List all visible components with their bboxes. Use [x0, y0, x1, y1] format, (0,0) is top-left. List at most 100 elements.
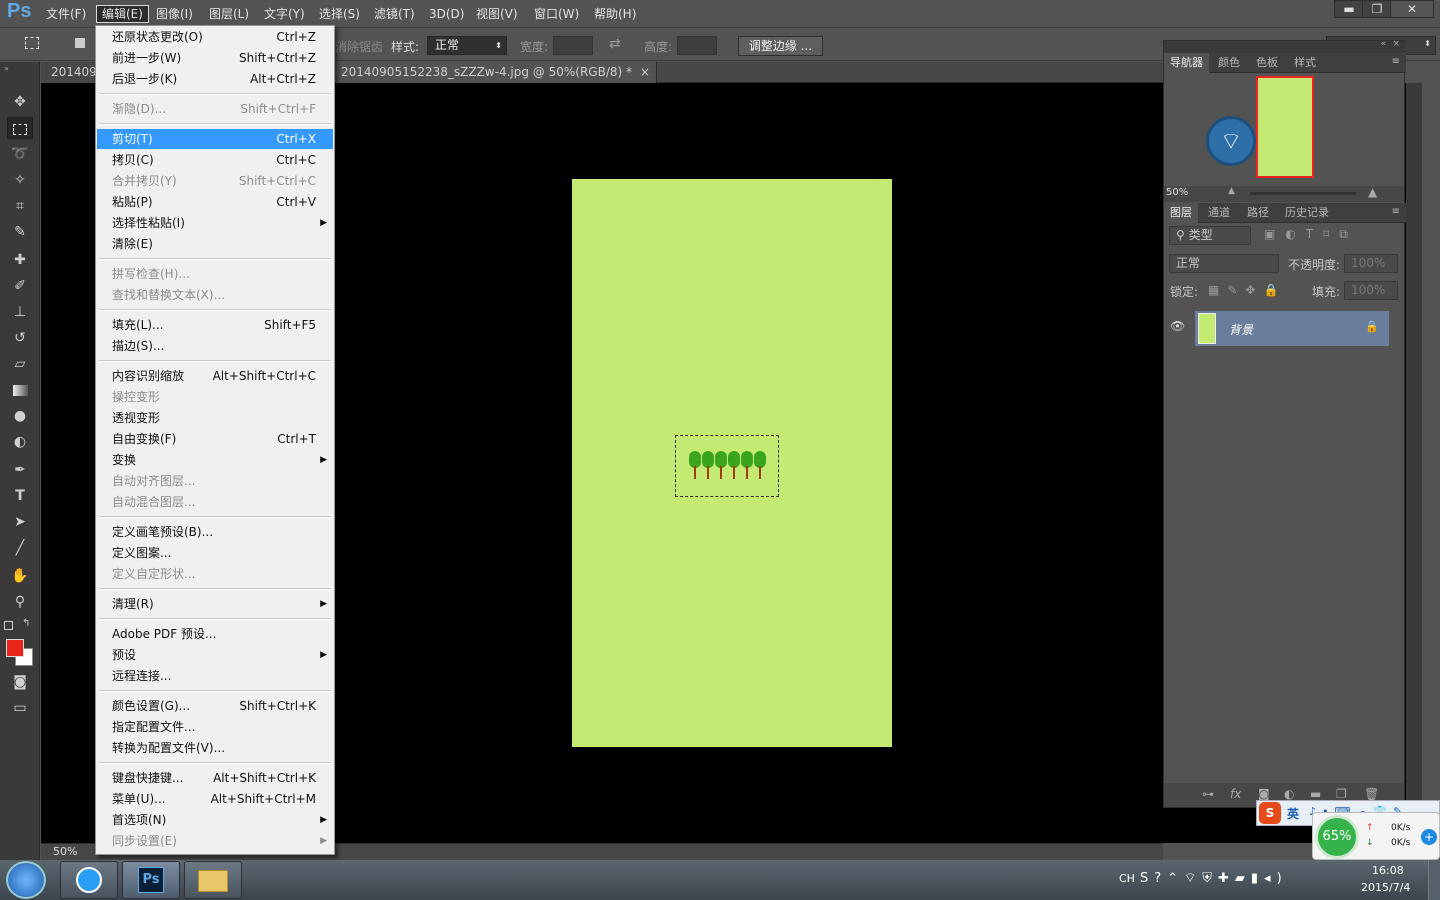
trash-icon[interactable]: 🗑: [1364, 787, 1379, 801]
type-tool-icon[interactable]: T: [7, 485, 33, 507]
menu-item[interactable]: 远程连接...: [97, 666, 333, 686]
close-icon[interactable]: ×: [1392, 39, 1400, 49]
crop-tool-icon[interactable]: ⌗: [7, 195, 33, 217]
swap-colors-icon[interactable]: ↰: [22, 618, 30, 629]
tab-channels[interactable]: 通道: [1202, 203, 1236, 223]
menu-item[interactable]: 还原状态更改(O) Ctrl+Z: [97, 27, 333, 47]
menu-item[interactable]: 内容识别缩放 Alt+Shift+Ctrl+C: [97, 366, 333, 386]
menu-item[interactable]: 描边(S)...: [97, 336, 333, 356]
swap-icon[interactable]: ⇄: [609, 36, 621, 52]
panel-menu-icon[interactable]: ≡: [1392, 56, 1400, 67]
height-input[interactable]: [677, 36, 717, 55]
brush-tool-icon[interactable]: ✐: [7, 275, 33, 297]
minimize-button[interactable]: ▬: [1334, 0, 1364, 18]
marquee-tool-icon[interactable]: [25, 37, 39, 49]
menu-item[interactable]: 指定配置文件...: [97, 717, 333, 737]
dodge-tool-icon[interactable]: ◐: [7, 431, 33, 453]
tab-layers[interactable]: 图层: [1164, 203, 1198, 223]
add-icon[interactable]: +: [1421, 829, 1437, 845]
healing-brush-tool-icon[interactable]: ✚: [7, 249, 33, 271]
tab-active-document[interactable]: 20140905152238_sZZZw-4.jpg @ 50%(RGB/8) …: [331, 62, 657, 83]
folder-icon[interactable]: ▬: [1310, 787, 1321, 801]
layer-name[interactable]: 背景: [1229, 321, 1253, 338]
style-select[interactable]: 正常 ⬍: [427, 36, 507, 55]
history-brush-tool-icon[interactable]: ↺: [7, 327, 33, 349]
close-icon[interactable]: ×: [640, 62, 650, 83]
menu-item[interactable]: 定义图案...: [97, 543, 333, 563]
stamp-tool-icon[interactable]: ⊥: [7, 301, 33, 323]
tab-swatches[interactable]: 色板: [1250, 53, 1284, 73]
new-layer-icon[interactable]: ❐: [1336, 787, 1347, 801]
collapse-icon[interactable]: »: [4, 64, 9, 73]
tab-color[interactable]: 颜色: [1212, 53, 1246, 73]
clock-date[interactable]: 2015/7/4: [1361, 881, 1410, 894]
menu-select[interactable]: 选择(S): [314, 5, 365, 23]
restore-button[interactable]: ❐: [1362, 0, 1392, 18]
menu-type[interactable]: 文字(Y): [259, 5, 310, 23]
show-desktop-button[interactable]: [1428, 860, 1440, 900]
pen-tool-icon[interactable]: ✒: [7, 459, 33, 481]
blur-tool-icon[interactable]: ●: [7, 405, 33, 427]
menu-item[interactable]: 菜单(U)... Alt+Shift+Ctrl+M: [97, 789, 333, 809]
menu-item[interactable]: 前进一步(W) Shift+Ctrl+Z: [97, 48, 333, 68]
panel-menu-icon[interactable]: ≡: [1392, 206, 1400, 217]
menu-item[interactable]: 选择性粘贴(I) ▶: [97, 213, 333, 233]
menu-item[interactable]: 自由变换(F) Ctrl+T: [97, 429, 333, 449]
quick-mask-icon[interactable]: ◙: [7, 671, 33, 693]
menu-item[interactable]: 剪切(T) Ctrl+X: [97, 129, 333, 149]
menu-3d[interactable]: 3D(D): [424, 5, 469, 23]
layer-row-background[interactable]: 背景 🔒: [1195, 311, 1389, 346]
tray-icons[interactable]: S?⌃⌔⛨✚▰▮◂): [1140, 870, 1288, 886]
link-layers-icon[interactable]: ⊶: [1202, 787, 1214, 801]
menu-item[interactable]: 首选项(N) ▶: [97, 810, 333, 830]
hand-tool-icon[interactable]: ✋: [7, 565, 33, 587]
eyedropper-tool-icon[interactable]: ✎: [7, 221, 33, 243]
menu-item[interactable]: 后退一步(K) Alt+Ctrl+Z: [97, 69, 333, 89]
gradient-tool-icon[interactable]: [7, 379, 33, 401]
refine-edge-button[interactable]: 调整边缘 ...: [738, 36, 823, 56]
width-input[interactable]: [553, 36, 593, 55]
opacity-input[interactable]: 100%: [1344, 254, 1398, 273]
menu-file[interactable]: 文件(F): [41, 5, 91, 23]
menu-item[interactable]: 填充(L)... Shift+F5: [97, 315, 333, 335]
menu-item[interactable]: 清除(E): [97, 234, 333, 254]
default-colors-icon[interactable]: [4, 621, 13, 630]
tab-paths[interactable]: 路径: [1241, 203, 1275, 223]
language-indicator[interactable]: CH: [1119, 872, 1135, 885]
tab-navigator[interactable]: 导航器: [1164, 53, 1209, 73]
menu-item[interactable]: 清理(R) ▶: [97, 594, 333, 614]
move-tool-icon[interactable]: ✥: [7, 91, 33, 113]
zoom-out-icon[interactable]: ▲: [1228, 186, 1235, 196]
network-gauge[interactable]: 65%: [1315, 815, 1359, 859]
zoom-tool-icon[interactable]: ⚲: [7, 591, 33, 613]
menu-item[interactable]: 键盘快捷键... Alt+Shift+Ctrl+K: [97, 768, 333, 788]
path-selection-tool-icon[interactable]: ➤: [7, 511, 33, 533]
menu-edit[interactable]: 编辑(E): [96, 5, 149, 23]
navigator-zoom[interactable]: 50%: [1166, 187, 1188, 198]
fill-input[interactable]: 100%: [1344, 281, 1398, 300]
screen-mode-icon[interactable]: ▭: [7, 697, 33, 719]
lock-icons[interactable]: ▦✎✥🔒: [1208, 283, 1286, 297]
fx-icon[interactable]: fx: [1230, 787, 1241, 801]
line-tool-icon[interactable]: ╱: [7, 537, 33, 559]
menu-item[interactable]: 颜色设置(G)... Shift+Ctrl+K: [97, 696, 333, 716]
magic-wand-tool-icon[interactable]: ✧: [7, 169, 33, 191]
tab-styles[interactable]: 样式: [1288, 53, 1322, 73]
start-button[interactable]: [6, 861, 46, 899]
adjustment-icon[interactable]: ◐: [1284, 787, 1294, 801]
menu-layer[interactable]: 图层(L): [204, 5, 254, 23]
menu-item[interactable]: 转换为配置文件(V)...: [97, 738, 333, 758]
close-button[interactable]: ✕: [1390, 0, 1434, 18]
zoom-level[interactable]: 50%: [53, 845, 77, 858]
eraser-tool-icon[interactable]: ▱: [7, 353, 33, 375]
menu-filter[interactable]: 滤镜(T): [369, 5, 420, 23]
menu-view[interactable]: 视图(V): [471, 5, 523, 23]
taskbar-photoshop[interactable]: Ps: [122, 861, 180, 899]
menu-item[interactable]: 预设 ▶: [97, 645, 333, 665]
navigator-preview[interactable]: ⌔: [1164, 74, 1404, 186]
blend-mode-select[interactable]: 正常: [1169, 254, 1279, 273]
menu-item[interactable]: 变换 ▶: [97, 450, 333, 470]
sogou-icon[interactable]: S: [1259, 802, 1281, 824]
ime-mode[interactable]: 英: [1287, 805, 1299, 822]
layer-visibility-eye-icon[interactable]: 👁: [1170, 319, 1185, 333]
